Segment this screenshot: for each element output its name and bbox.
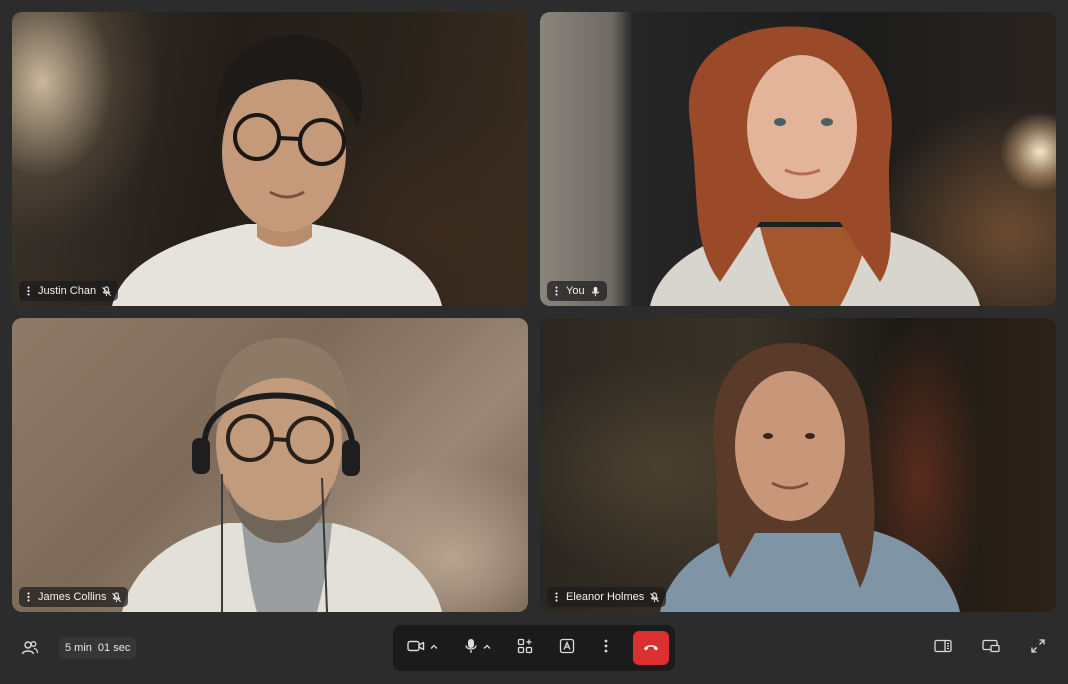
participant-name-tag: James Collins — [19, 587, 129, 607]
more-vertical-icon[interactable] — [551, 592, 561, 602]
participant-video-image — [650, 26, 980, 306]
participant-video-image — [112, 35, 442, 306]
participant-name-tag: Eleanor Holmes — [547, 587, 667, 607]
screen-share-icon — [982, 639, 1000, 658]
participant-tile-james-collins[interactable]: James Collins — [12, 318, 528, 612]
video-camera-icon — [407, 639, 425, 658]
screen-share-button[interactable] — [977, 634, 1005, 662]
participant-name: James Collins — [38, 591, 107, 603]
people-icon[interactable] — [16, 634, 44, 662]
microphone-off-icon — [111, 591, 122, 603]
side-panel-icon — [934, 639, 952, 658]
side-panel-button[interactable] — [929, 634, 957, 662]
participant-video-image — [122, 338, 442, 612]
more-vertical-icon — [604, 639, 608, 658]
participant-name: Justin Chan — [38, 285, 97, 297]
more-vertical-icon[interactable] — [551, 286, 561, 296]
more-vertical-icon[interactable] — [23, 286, 33, 296]
fullscreen-icon — [1030, 638, 1046, 659]
more-vertical-icon[interactable] — [23, 592, 33, 602]
participant-name-tag: Justin Chan — [19, 281, 119, 301]
microphone-off-icon — [649, 591, 660, 603]
microphone-icon — [590, 286, 601, 297]
participant-name: You — [566, 285, 585, 297]
call-toolbar: 5 min 01 sec — [0, 624, 1068, 672]
more-options-button[interactable] — [604, 634, 608, 662]
participant-tile-eleanor-holmes[interactable]: Eleanor Holmes — [540, 318, 1056, 612]
captions-button[interactable] — [559, 634, 575, 662]
hang-up-button[interactable] — [633, 631, 669, 665]
call-controls — [393, 625, 675, 671]
microphone-icon — [464, 638, 478, 659]
participant-tile-you[interactable]: You — [540, 12, 1056, 306]
fullscreen-button[interactable] — [1024, 634, 1052, 662]
participant-name-tag: You — [547, 281, 607, 301]
camera-toggle-button[interactable] — [407, 634, 439, 662]
apps-icon — [517, 638, 533, 659]
microphone-off-icon — [101, 285, 112, 297]
duration-seconds: 01 sec — [97, 642, 131, 654]
participant-video-image — [660, 343, 960, 612]
duration-minutes: 5 min — [65, 642, 92, 654]
microphone-toggle-button[interactable] — [464, 634, 492, 662]
participant-tile-justin-chan[interactable]: Justin Chan — [12, 12, 528, 306]
video-call-window: Justin Chan You James Collins Eleanor Ho… — [0, 0, 1068, 684]
participant-name: Eleanor Holmes — [566, 591, 645, 603]
chevron-up-icon[interactable] — [482, 639, 492, 657]
call-duration: 5 min 01 sec — [59, 637, 137, 659]
chevron-up-icon[interactable] — [429, 639, 439, 657]
captions-icon — [559, 638, 575, 659]
hang-up-icon — [642, 639, 660, 657]
apps-button[interactable] — [517, 634, 533, 662]
